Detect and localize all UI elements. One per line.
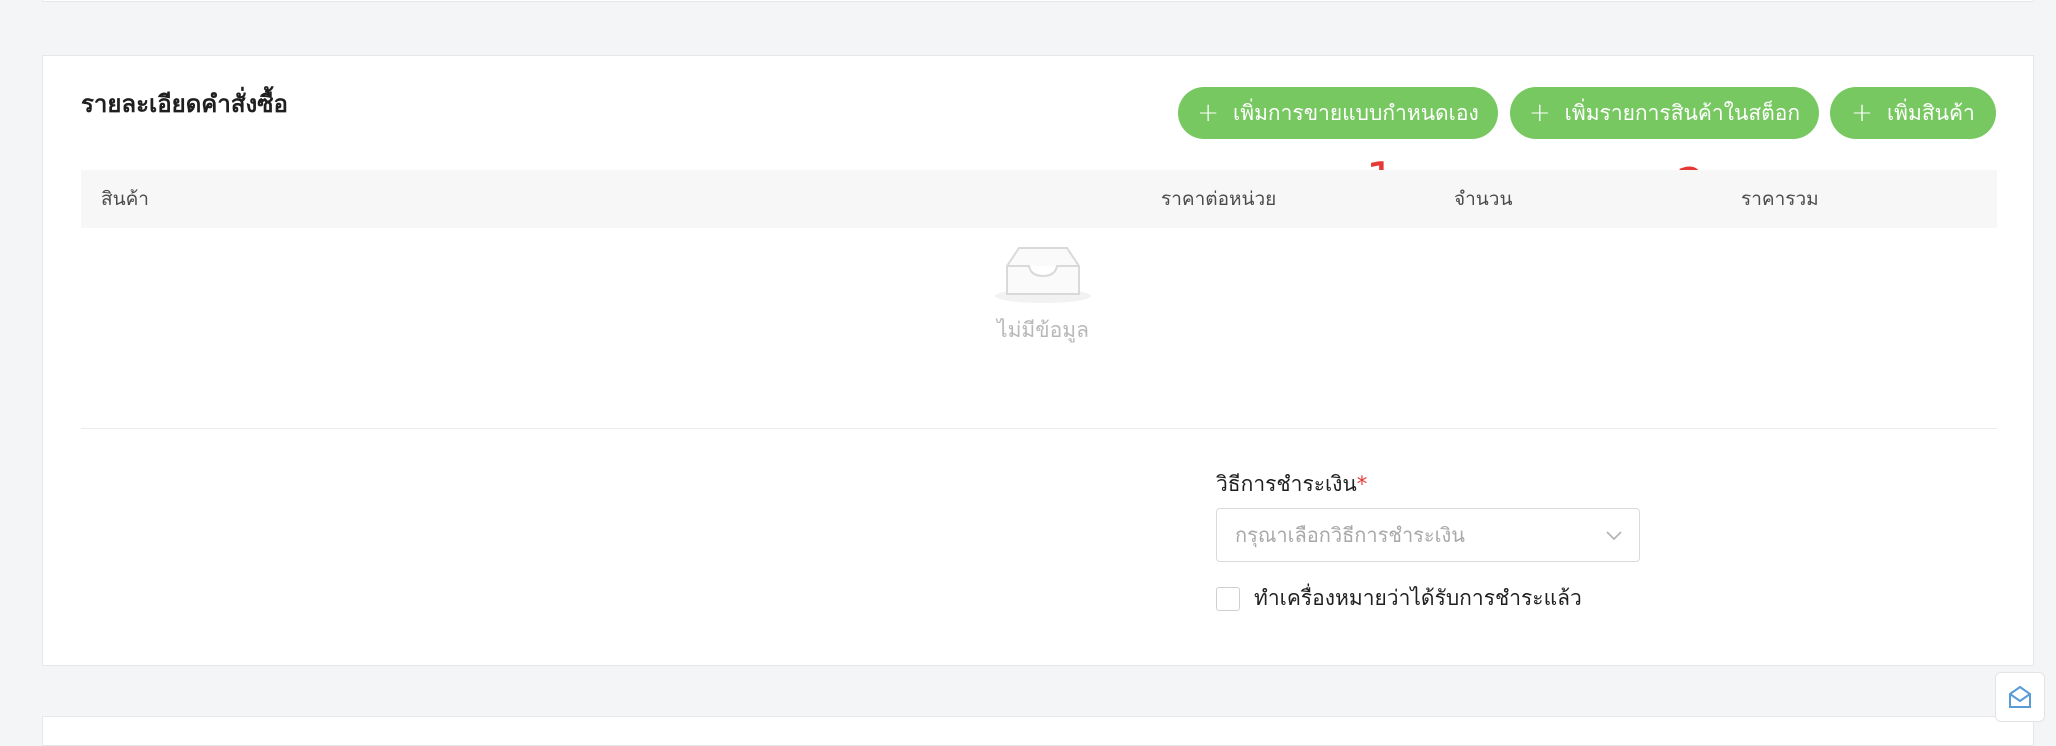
add-stock-item-label: เพิ่มรายการสินค้าในสต็อก [1564,100,1801,125]
previous-card [42,0,2034,2]
mark-paid-row[interactable]: ทำเครื่องหมายว่าได้รับการชำระแล้ว [1216,582,1582,615]
table-header: สินค้า ราคาต่อหน่วย จำนวน ราคารวม [81,170,1997,228]
column-header-unit-price: ราคาต่อหน่วย [1161,188,1277,210]
floating-mail-button[interactable] [1995,672,2045,722]
payment-method-label-text: วิธีการชำระเงิน [1216,472,1357,496]
plus-icon: + [1528,98,1551,128]
column-header-total-price: ราคารวม [1741,188,1819,210]
inbox-icon [995,247,1091,303]
mark-paid-label: ทำเครื่องหมายว่าได้รับการชำระแล้ว [1254,586,1582,610]
payment-method-label: วิธีการชำระเงิน* [1216,468,1367,501]
payment-method-placeholder: กรุณาเลือกวิธีการชำระเงิน [1235,523,1465,547]
empty-state-text: ไม่มีข้อมูล [997,318,1089,342]
payment-method-select[interactable]: กรุณาเลือกวิธีการชำระเงิน [1216,508,1640,562]
column-header-quantity: จำนวน [1454,188,1513,210]
required-asterisk: * [1356,472,1368,496]
add-stock-item-button[interactable]: + เพิ่มรายการสินค้าในสต็อก [1510,87,1819,139]
add-product-label: เพิ่มสินค้า [1886,100,1975,125]
empty-state: ไม่มีข้อมูล [983,242,1103,347]
add-custom-sale-label: เพิ่มการขายแบบกำหนดเอง [1233,100,1479,125]
add-product-button[interactable]: + เพิ่มสินค้า [1830,87,1996,139]
column-header-product: สินค้า [101,188,149,210]
next-card [42,716,2034,746]
divider [81,428,1997,429]
chevron-down-icon [1606,531,1622,541]
mail-icon [2009,685,2031,708]
plus-icon: + [1197,98,1220,128]
section-title: รายละเอียดคำสั่งซื้อ [81,90,288,118]
plus-icon: + [1851,98,1873,128]
order-details-card: รายละเอียดคำสั่งซื้อ + เพิ่มการขายแบบกำห… [42,55,2034,666]
mark-paid-checkbox[interactable] [1216,586,1240,611]
add-custom-sale-button[interactable]: + เพิ่มการขายแบบกำหนดเอง [1178,87,1498,139]
